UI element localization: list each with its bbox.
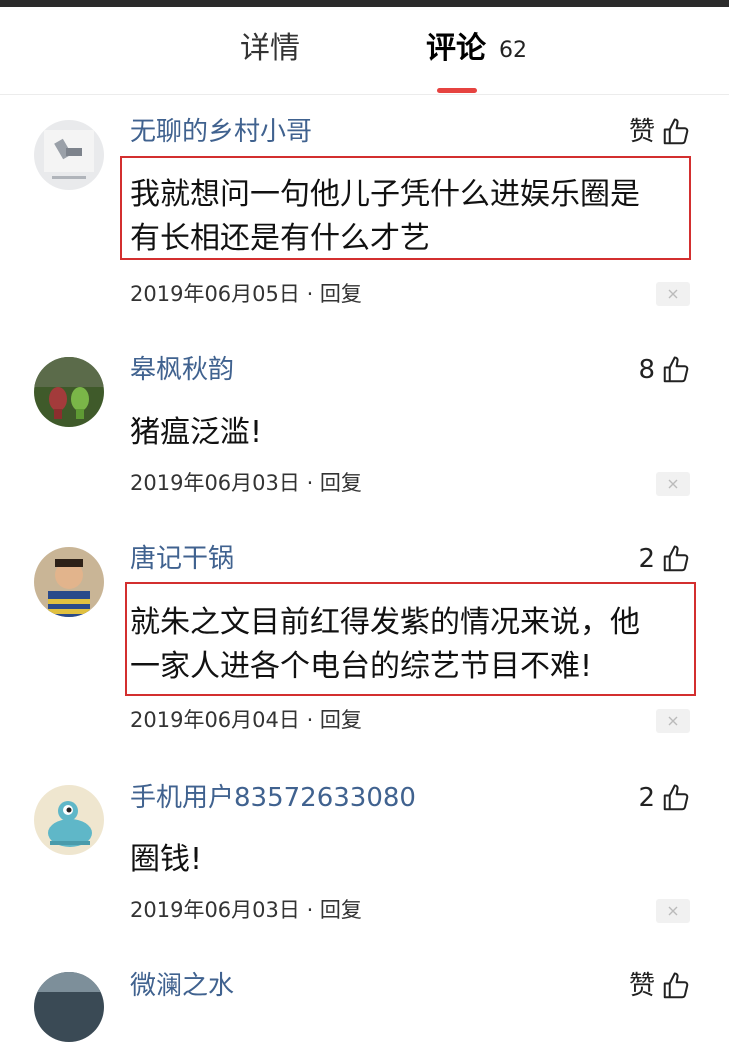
like-button[interactable]: 赞 (629, 116, 691, 148)
like-count: 2 (638, 544, 655, 574)
thumbs-up-icon (663, 118, 689, 145)
dismiss-button[interactable] (656, 709, 690, 733)
status-bar-strip (0, 0, 729, 7)
highlight-box (120, 156, 691, 260)
tab-details[interactable]: 详情 (240, 31, 300, 67)
avatar[interactable] (34, 785, 104, 855)
close-icon (668, 479, 678, 489)
avatar[interactable] (34, 357, 104, 427)
thumbs-up-icon (663, 972, 689, 999)
thumbs-up-icon (663, 784, 689, 811)
comment-date: 2019年06月04日 (130, 708, 300, 732)
comment-date: 2019年06月05日 (130, 282, 300, 306)
like-count: 8 (638, 355, 655, 385)
like-button[interactable]: 2 (638, 782, 691, 814)
comment-meta: 2019年06月04日 · 回复 (130, 706, 362, 734)
comment-text-line: 猪瘟泛滥! (130, 415, 263, 450)
close-icon (668, 716, 678, 726)
comment-username[interactable]: 微澜之水 (130, 970, 234, 1002)
thumbs-up-icon (663, 356, 689, 383)
avatar[interactable] (34, 120, 104, 190)
highlight-box (125, 582, 696, 696)
dismiss-button[interactable] (656, 282, 690, 306)
dismiss-button[interactable] (656, 472, 690, 496)
like-button[interactable]: 2 (638, 543, 691, 575)
close-icon (668, 289, 678, 299)
like-count: 2 (638, 783, 655, 813)
like-button[interactable]: 赞 (629, 970, 691, 1002)
comment-username[interactable]: 手机用户83572633080 (130, 782, 416, 814)
active-tab-indicator (437, 88, 477, 93)
comment-text-line: 圈钱! (130, 842, 203, 877)
like-button[interactable]: 8 (638, 354, 691, 386)
avatar[interactable] (34, 972, 104, 1042)
comment-meta: 2019年06月05日 · 回复 (130, 280, 362, 308)
meta-separator: · (299, 898, 320, 922)
reply-button[interactable]: 回复 (320, 898, 362, 922)
comment-meta: 2019年06月03日 · 回复 (130, 896, 362, 924)
comment-username[interactable]: 无聊的乡村小哥 (130, 116, 312, 148)
meta-separator: · (299, 708, 320, 732)
like-count: 赞 (628, 971, 655, 1001)
avatar[interactable] (34, 547, 104, 617)
meta-separator: · (299, 471, 320, 495)
tab-bar: 详情 评论 62 (0, 7, 729, 95)
reply-button[interactable]: 回复 (320, 471, 362, 495)
comments-count: 62 (499, 38, 527, 63)
tab-comments[interactable]: 评论 (426, 31, 486, 67)
reply-button[interactable]: 回复 (320, 282, 362, 306)
close-icon (668, 906, 678, 916)
comment-username[interactable]: 皋枫秋韵 (130, 354, 234, 386)
comment-meta: 2019年06月03日 · 回复 (130, 469, 362, 497)
comment-username[interactable]: 唐记干锅 (130, 543, 234, 575)
meta-separator: · (299, 282, 320, 306)
like-count: 赞 (628, 117, 655, 147)
reply-button[interactable]: 回复 (320, 708, 362, 732)
comment-date: 2019年06月03日 (130, 471, 300, 495)
comment-date: 2019年06月03日 (130, 898, 300, 922)
dismiss-button[interactable] (656, 899, 690, 923)
thumbs-up-icon (663, 545, 689, 572)
